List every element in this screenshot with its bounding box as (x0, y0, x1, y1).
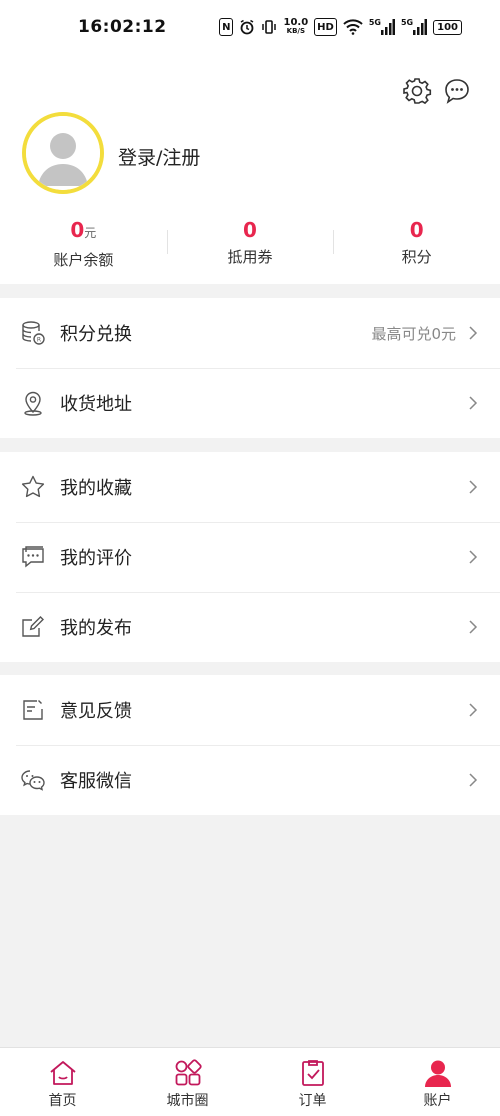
stat-coupons[interactable]: 0 抵用券 (166, 216, 334, 276)
tab-label: 首页 (48, 1093, 77, 1109)
clipboard-check-icon (301, 1060, 324, 1086)
bottom-tab-bar: 首页 城市圈 订单 账户 (0, 1047, 500, 1116)
default-user-avatar-icon (26, 116, 100, 190)
stat-value: 0元 (0, 216, 167, 247)
network-speed: 10.0 KB/S (283, 18, 308, 36)
menu-group-2: 我的收藏 我的评价 我的发布 (0, 452, 500, 662)
balance-value: 0 (70, 218, 85, 242)
menu-item-favorites[interactable]: 我的收藏 (0, 452, 500, 522)
tab-label: 城市圈 (166, 1093, 209, 1109)
vibrate-icon (261, 18, 277, 36)
chat-bubble-icon (20, 544, 46, 570)
wifi-icon (343, 18, 363, 36)
chevron-right-icon (469, 396, 478, 410)
note-icon (20, 697, 46, 723)
chevron-right-icon (469, 480, 478, 494)
gear-icon (403, 78, 432, 105)
signal-2-icon: 5G (400, 18, 428, 36)
stat-label: 账户余额 (53, 251, 114, 269)
location-pin-icon (20, 390, 46, 416)
star-icon (20, 474, 46, 500)
menu-group-3: 意见反馈 客服微信 (0, 675, 500, 815)
database-coin-icon: R (20, 320, 46, 346)
speed-unit: KB/S (286, 27, 305, 35)
login-register-link[interactable]: 登录/注册 (118, 143, 200, 170)
user-icon (424, 1060, 451, 1087)
message-icon (445, 79, 469, 104)
points-value: 0 (409, 218, 424, 242)
menu-item-label: 我的评价 (60, 548, 132, 569)
stat-label: 抵用券 (227, 248, 273, 266)
menu-item-shipping-address[interactable]: 收货地址 (0, 368, 500, 438)
points-exchange-hint: 最高可兑0元 (371, 324, 456, 343)
account-stats: 0元 账户余额 0 抵用券 0 积分 (0, 216, 500, 276)
balance-unit: 元 (84, 226, 97, 240)
menu-item-label: 客服微信 (60, 771, 132, 792)
signal-1-icon: 5G (369, 18, 395, 36)
chevron-right-icon (469, 550, 478, 564)
tab-label: 账户 (423, 1093, 452, 1109)
menu-item-label: 收货地址 (60, 394, 132, 415)
menu-item-points-exchange[interactable]: R 积分兑换 最高可兑0元 (0, 298, 500, 368)
chevron-right-icon (469, 620, 478, 634)
settings-button[interactable] (402, 76, 432, 106)
edit-icon (20, 614, 46, 640)
sim1-label: 5G (368, 18, 381, 27)
avatar[interactable] (22, 112, 104, 194)
menu-item-label: 意见反馈 (60, 701, 132, 722)
profile-header: 登录/注册 0元 账户余额 0 抵用券 0 积分 (0, 56, 500, 284)
status-icons: N 10.0 KB/S HD 5G 5G 100 (219, 18, 462, 36)
menu-item-label: 积分兑换 (60, 324, 132, 345)
nfc-icon: N (219, 18, 234, 36)
tab-city-circle[interactable]: 城市圈 (125, 1048, 250, 1116)
menu-item-feedback[interactable]: 意见反馈 (0, 675, 500, 745)
menu-item-label: 我的发布 (60, 618, 132, 639)
status-bar: 16:02:12 N 10.0 KB/S HD 5G 5G 100 (0, 0, 500, 56)
stat-points[interactable]: 0 积分 (333, 216, 500, 276)
tab-home[interactable]: 首页 (0, 1048, 125, 1116)
tab-label: 订单 (298, 1093, 327, 1109)
stat-balance[interactable]: 0元 账户余额 (0, 216, 167, 276)
chevron-right-icon (469, 773, 478, 787)
status-time: 16:02:12 (78, 17, 167, 37)
svg-text:R: R (37, 337, 41, 344)
tab-account[interactable]: 账户 (375, 1048, 500, 1116)
grid-icon (175, 1059, 202, 1086)
stat-label: 积分 (401, 248, 432, 266)
message-button[interactable] (442, 76, 472, 106)
menu-group-1: R 积分兑换 最高可兑0元 收货地址 (0, 298, 500, 438)
home-icon (49, 1061, 76, 1085)
menu-item-reviews[interactable]: 我的评价 (0, 522, 500, 592)
menu-item-wechat-service[interactable]: 客服微信 (0, 745, 500, 815)
chevron-right-icon (469, 703, 478, 717)
battery-icon: 100 (433, 19, 462, 35)
chevron-right-icon (469, 326, 478, 340)
tab-orders[interactable]: 订单 (250, 1048, 375, 1116)
speed-value: 10.0 (283, 17, 309, 28)
menu-item-posts[interactable]: 我的发布 (0, 592, 500, 662)
sim2-label: 5G (400, 18, 414, 27)
alarm-icon (239, 18, 255, 36)
wechat-icon (20, 767, 46, 793)
menu-item-label: 我的收藏 (60, 478, 132, 499)
coupons-value: 0 (243, 218, 257, 242)
hd-icon: HD (314, 18, 337, 36)
